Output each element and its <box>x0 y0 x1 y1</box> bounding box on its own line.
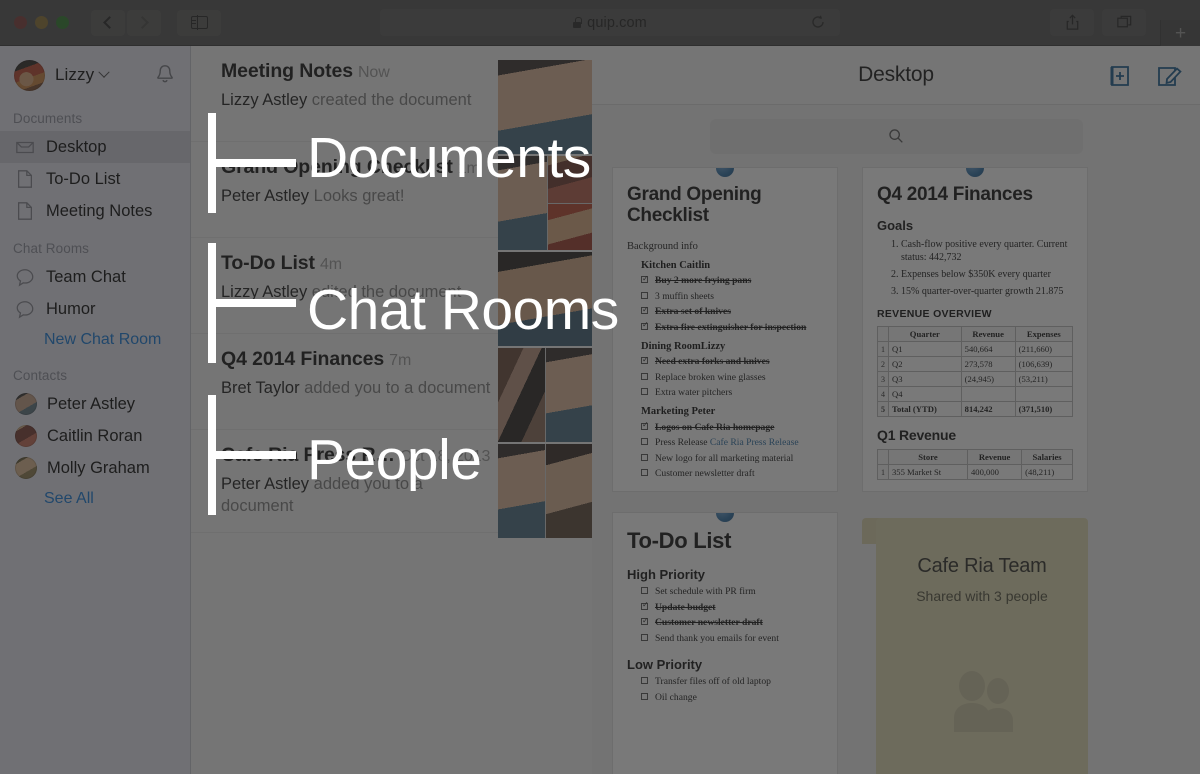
annotation-overlay: Documents Chat Rooms People <box>0 0 1200 774</box>
app-screenshot: quip.com + Lizzy Documents Desktop To-Do… <box>0 0 1200 774</box>
annotation-label-people: People <box>307 428 482 492</box>
annotation-label-chat-rooms: Chat Rooms <box>307 278 619 342</box>
annotation-label-documents: Documents <box>307 126 591 190</box>
